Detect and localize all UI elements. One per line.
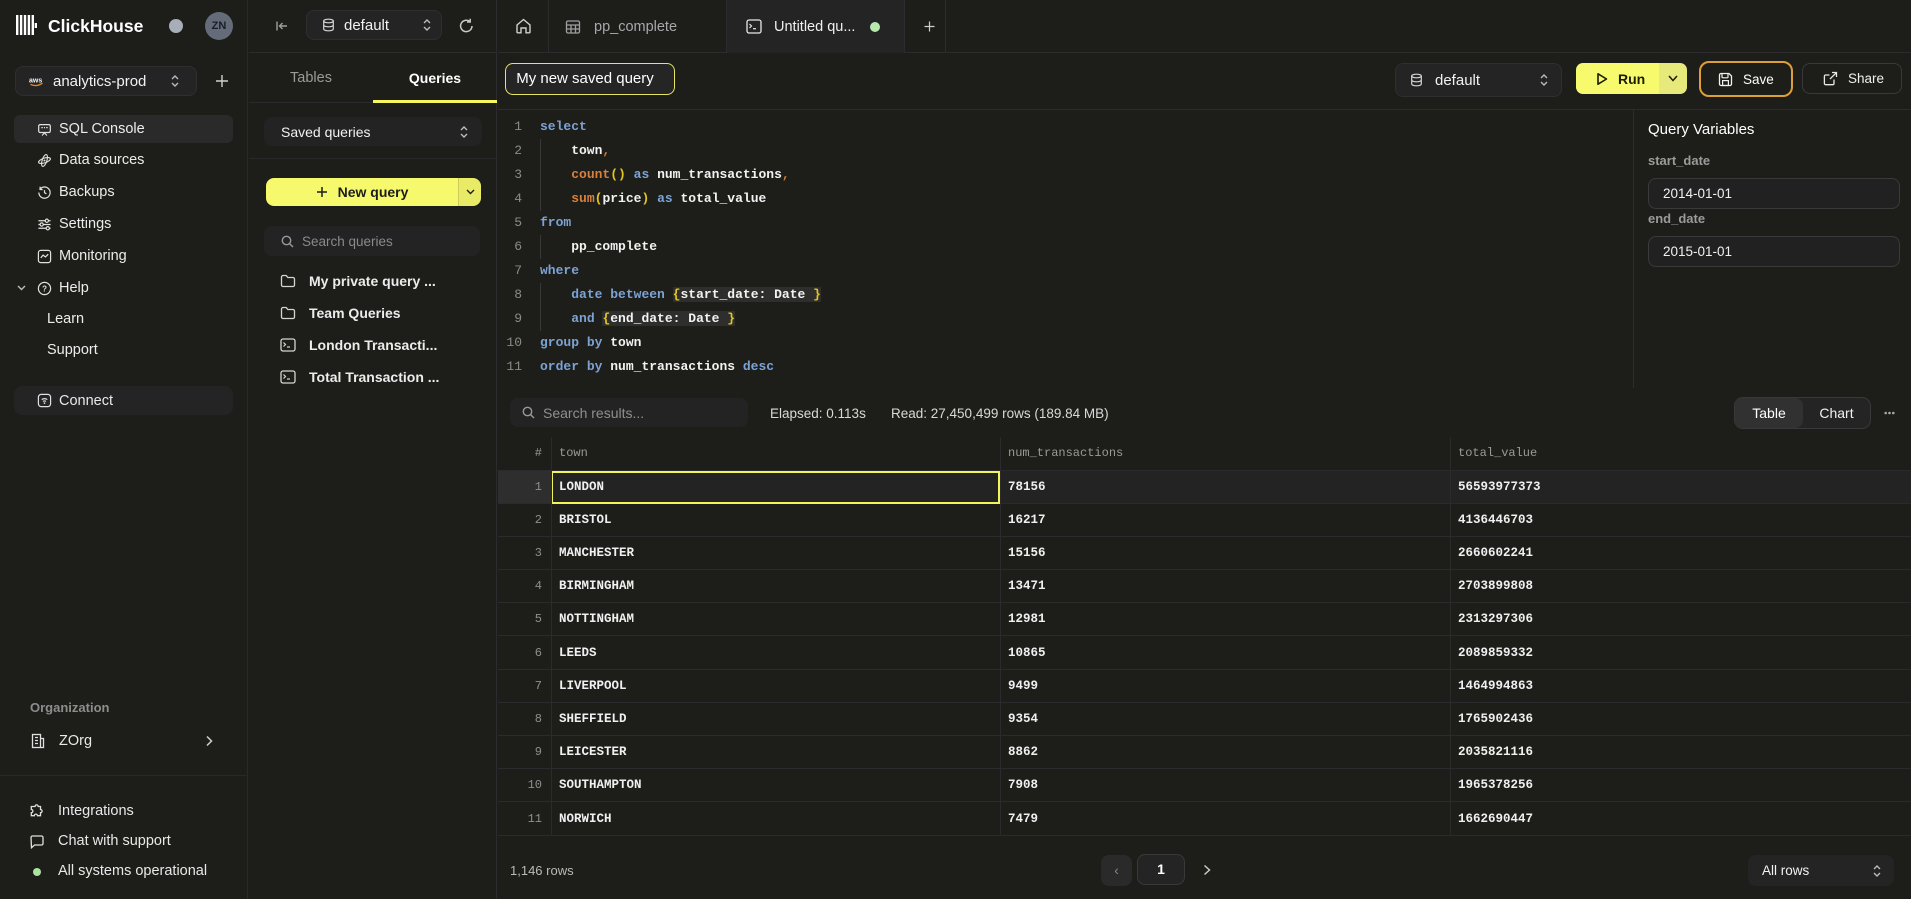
svg-text:?: ? bbox=[42, 284, 47, 293]
svg-text:aws: aws bbox=[29, 78, 42, 85]
